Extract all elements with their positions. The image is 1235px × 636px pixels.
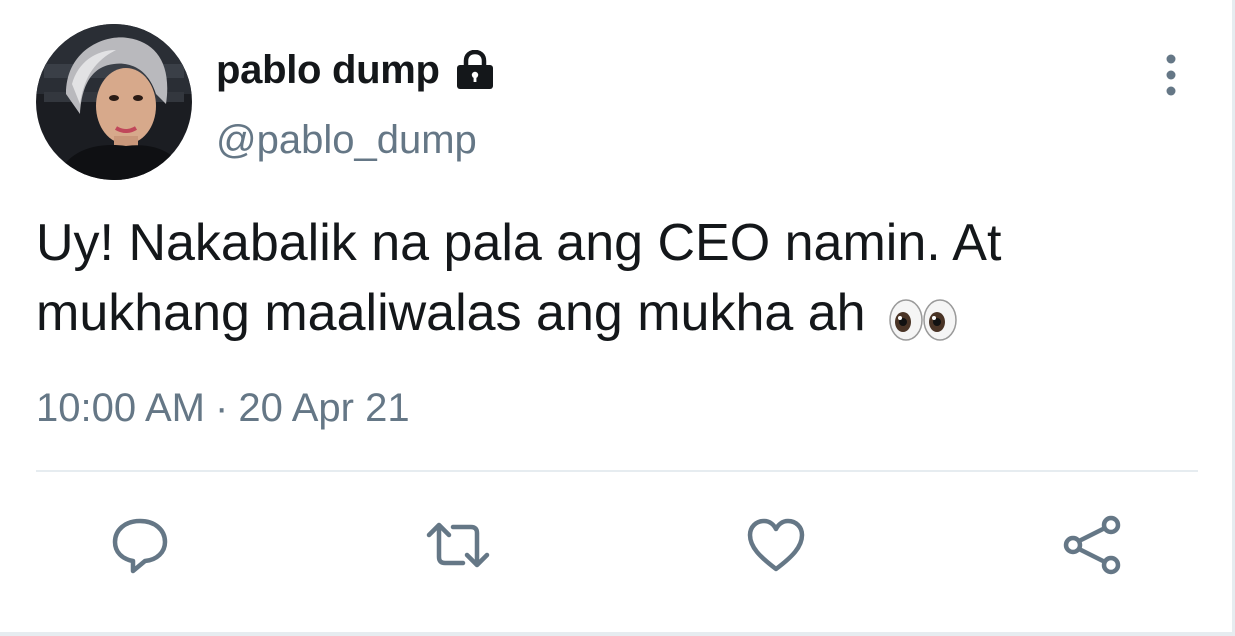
share-icon <box>1063 515 1121 575</box>
retweet-icon <box>426 522 490 568</box>
more-vertical-icon[interactable] <box>1152 52 1190 98</box>
eyes-emoji <box>888 290 958 342</box>
reply-icon <box>112 518 168 574</box>
author-name-row[interactable]: pablo dump <box>216 44 498 96</box>
share-button[interactable] <box>1058 510 1128 580</box>
divider <box>36 470 1198 472</box>
lock-icon <box>452 47 498 93</box>
tweet-date[interactable]: 20 Apr 21 <box>238 386 409 430</box>
tweet-time[interactable]: 10:00 AM <box>36 386 205 430</box>
avatar[interactable] <box>36 24 192 180</box>
reply-button[interactable] <box>105 510 175 580</box>
panel-edge <box>0 632 1235 636</box>
display-name[interactable]: pablo dump <box>216 48 440 93</box>
tweet-text-line: Uy! Nakabalik na pala ang CEO namin. At <box>36 214 1002 272</box>
heart-icon <box>747 518 805 572</box>
tweet-text: Uy! Nakabalik na pala ang CEO namin. At … <box>36 208 1196 348</box>
tweet-timestamp[interactable]: 10:00 AM · 20 Apr 21 <box>36 386 410 431</box>
timestamp-separator: · <box>215 386 229 430</box>
author-handle[interactable]: @pablo_dump <box>216 118 477 163</box>
like-button[interactable] <box>741 510 811 580</box>
tweet-text-line-with-emoji: mukhang maaliwalas ang mukha ah <box>36 278 1196 348</box>
retweet-button[interactable] <box>423 510 493 580</box>
tweet-text-line: mukhang maaliwalas ang mukha ah <box>36 284 866 342</box>
